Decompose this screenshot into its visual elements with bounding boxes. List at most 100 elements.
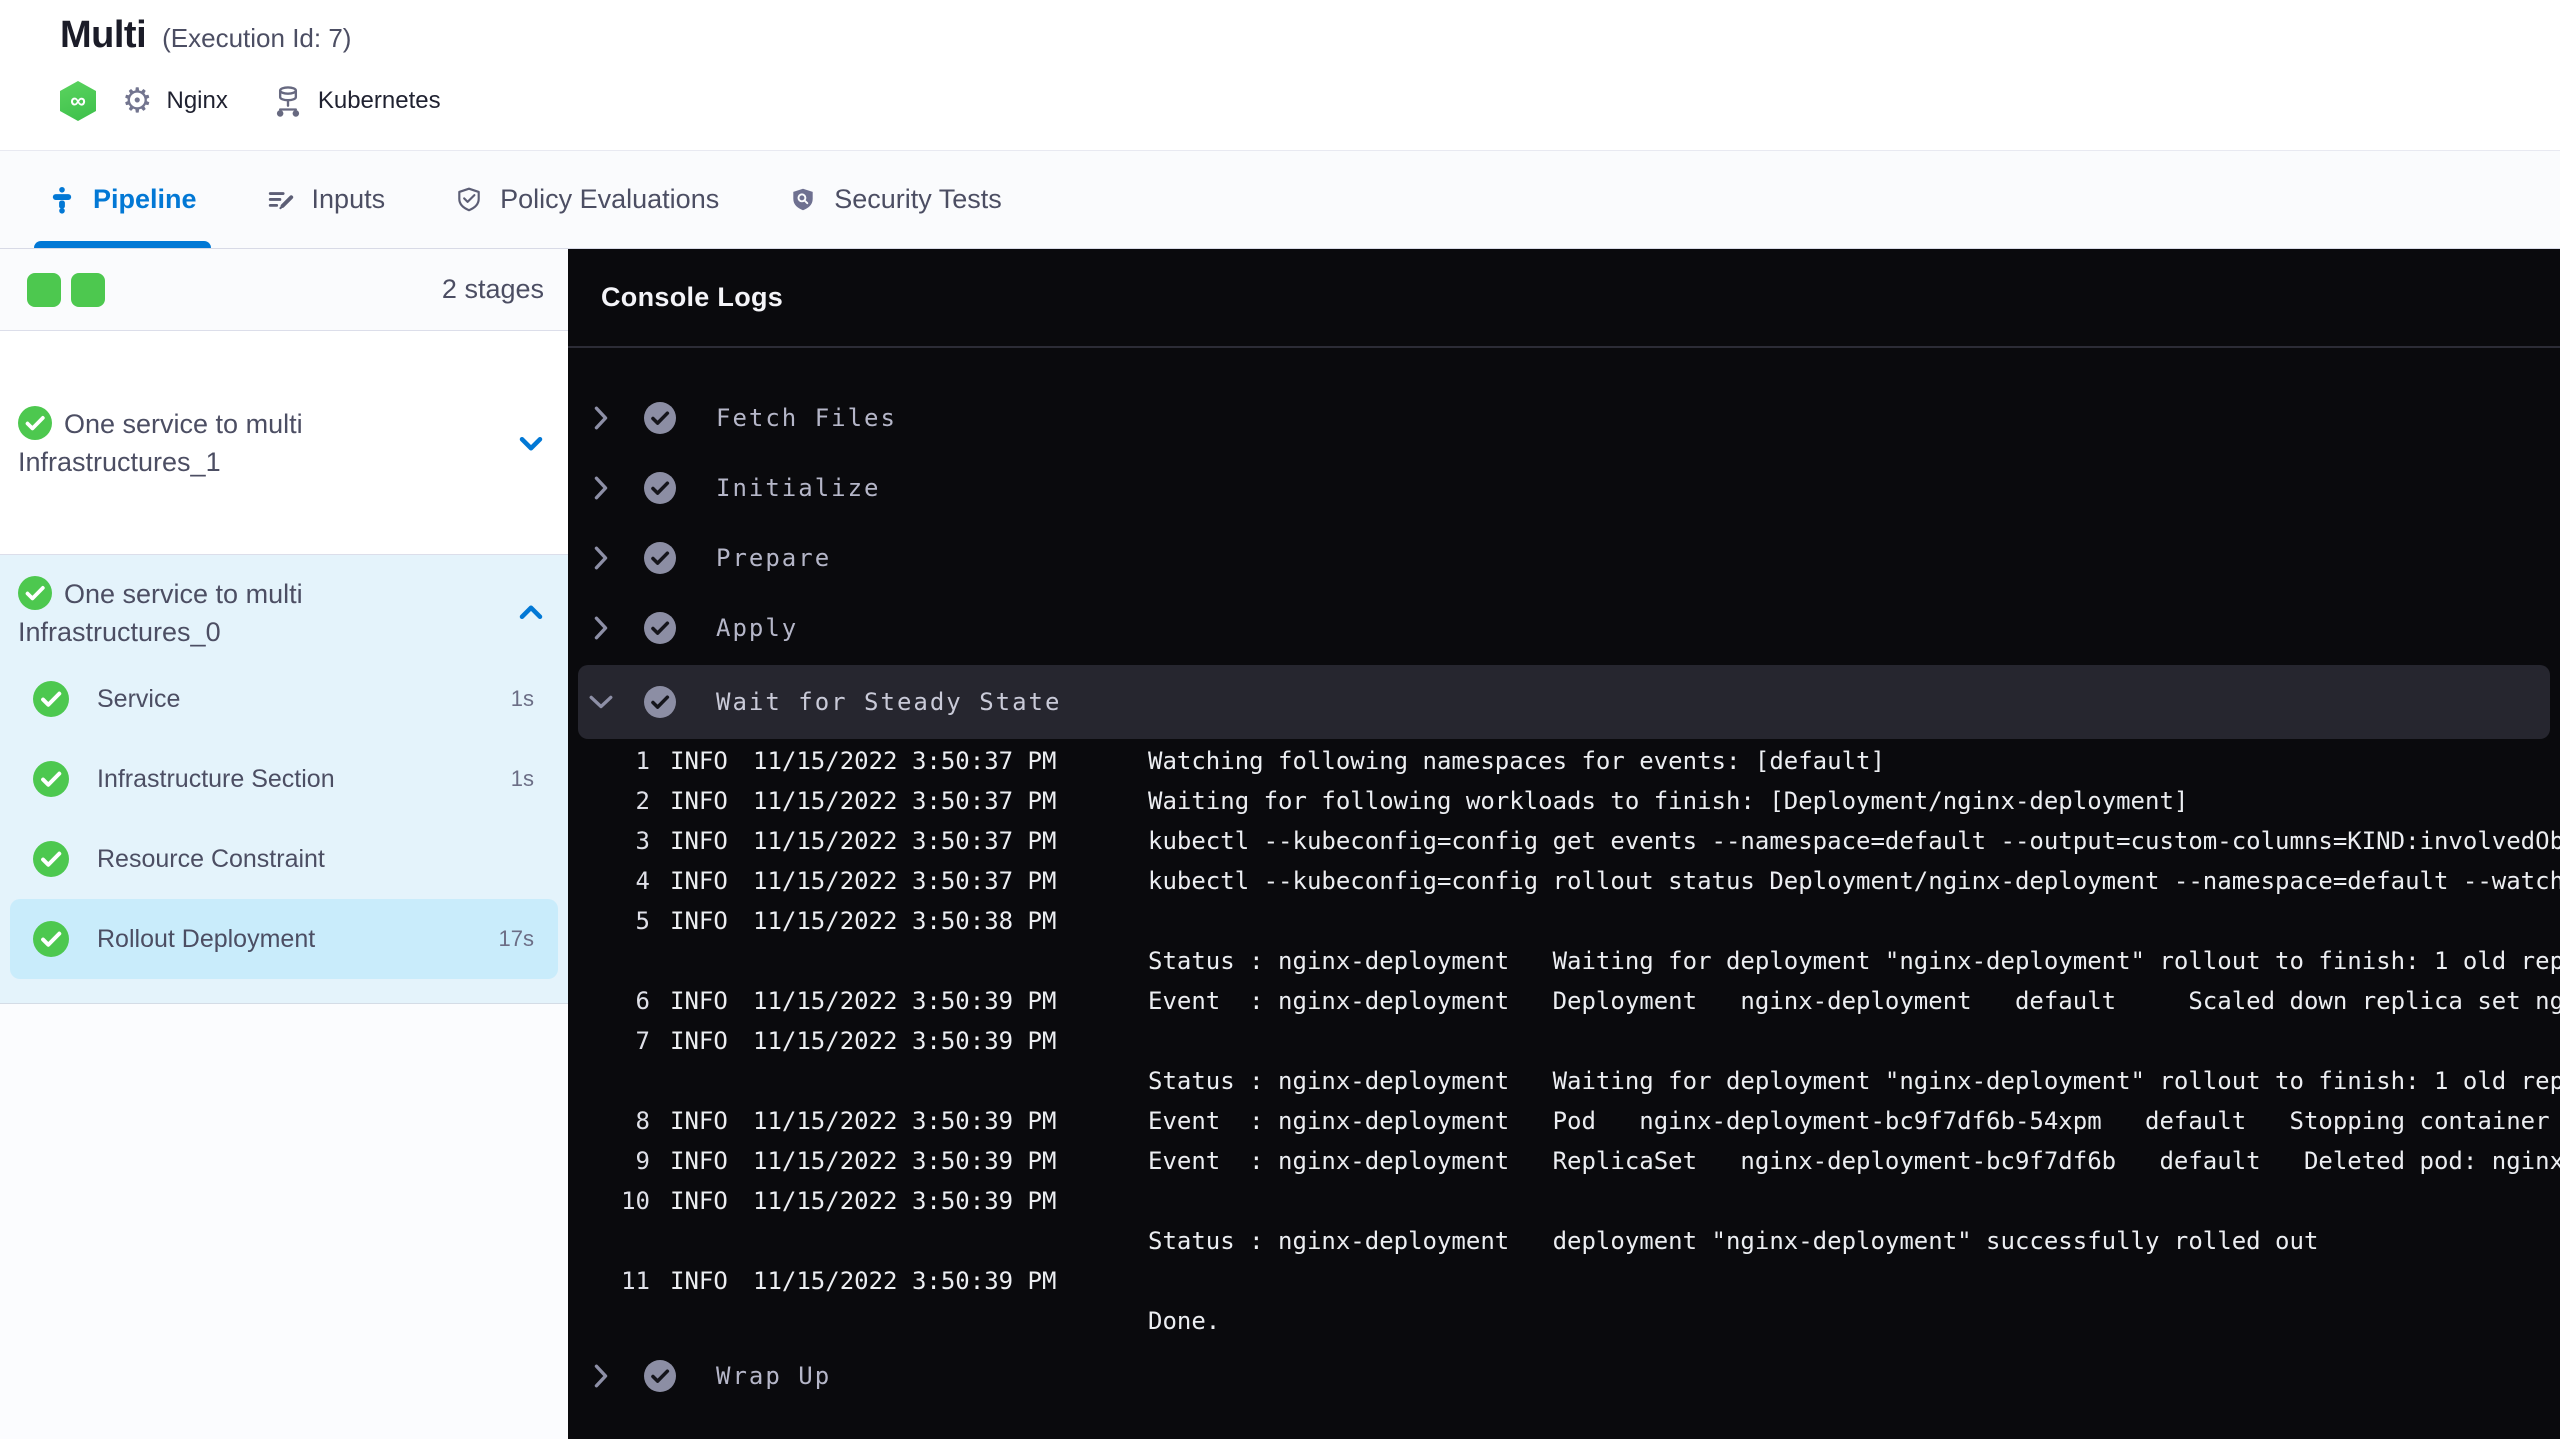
log-line: 2 INFO 11/15/2022 3:50:37 PM Waiting for fo…	[568, 781, 2560, 821]
chevron-right-icon[interactable]	[588, 405, 614, 431]
tab-security-tests-label: Security Tests	[834, 184, 1002, 214]
page-header: Multi (Execution Id: 7) ∞ ⚙ Nginx Kubern…	[0, 0, 2560, 150]
chevron-right-icon[interactable]	[588, 1363, 614, 1389]
infrastructure-icon	[272, 84, 304, 118]
chevron-right-icon[interactable]	[588, 615, 614, 641]
harness-module-icon: ∞	[60, 81, 96, 121]
success-check-icon	[33, 921, 69, 957]
stage-text: One service to multi Infrastructures_1	[18, 405, 516, 481]
log-message: Status : nginx-deployment Waiting for de…	[1148, 1067, 2560, 1095]
console-step-label: Wrap Up	[716, 1362, 832, 1390]
log-level: INFO	[670, 907, 728, 935]
chevron-up-icon[interactable]	[516, 598, 546, 628]
step-duration: 17s	[498, 926, 534, 951]
log-line-number: 2	[635, 787, 650, 815]
step-item-rollout-deployment[interactable]: Rollout Deployment 17s	[10, 899, 558, 979]
success-check-icon	[33, 761, 69, 797]
console-step-apply[interactable]: Apply	[568, 593, 2560, 663]
log-timestamp: 11/15/2022 3:50:39 PM	[753, 1027, 1057, 1055]
chevron-down-icon[interactable]	[588, 693, 614, 711]
log-level: INFO	[670, 827, 728, 855]
stage-success-square	[71, 272, 105, 307]
log-line: 10 INFO 11/15/2022 3:50:39 PM	[568, 1181, 2560, 1221]
log-line-number: 6	[635, 987, 650, 1015]
step-duration: 1s	[510, 766, 534, 791]
console-title: Console Logs	[601, 282, 784, 312]
console-body: Fetch Files Initialize Prepare Apply Wai…	[568, 348, 2560, 1439]
console-step-label: Prepare	[716, 544, 832, 572]
log-message	[1148, 1181, 2560, 1221]
log-timestamp: 11/15/2022 3:50:39 PM	[753, 1187, 1057, 1215]
step-item-service[interactable]: Service 1s	[10, 659, 558, 739]
console-step-initialize[interactable]: Initialize	[568, 453, 2560, 523]
console-step-wrap-up[interactable]: Wrap Up	[568, 1341, 2560, 1411]
execution-id: (Execution Id: 7)	[162, 23, 352, 53]
tab-inputs[interactable]: Inputs	[267, 151, 386, 248]
log-line-number	[568, 1061, 650, 1101]
stage-item-infrastructures-0[interactable]: One service to multi Infrastructures_0	[10, 575, 558, 651]
success-check-icon	[18, 576, 52, 610]
chevron-down-icon[interactable]	[516, 428, 546, 458]
log-timestamp: 11/15/2022 3:50:39 PM	[753, 1107, 1057, 1135]
log-line-continuation: Status : nginx-deployment deployment "ng…	[568, 1221, 2560, 1261]
log-level: INFO	[670, 1147, 728, 1175]
tab-inputs-label: Inputs	[311, 184, 386, 214]
connector-row: ∞ ⚙ Nginx Kubernetes	[60, 81, 2560, 121]
console-step-wait-for-steady-state[interactable]: Wait for Steady State	[578, 665, 2550, 739]
step-label: Rollout Deployment	[97, 924, 316, 953]
console-step-label: Apply	[716, 614, 799, 642]
stages-sidebar: 2 stages One service to multi Infrastruc…	[0, 249, 568, 1439]
title-row: Multi (Execution Id: 7)	[60, 14, 2560, 57]
stage-success-square	[27, 272, 61, 307]
tab-bar: Pipeline Inputs Policy Evaluations Secur…	[0, 150, 2560, 249]
log-line: 1 INFO 11/15/2022 3:50:37 PM Watching follo…	[568, 741, 2560, 781]
page-title: Multi	[60, 14, 147, 56]
chevron-right-icon[interactable]	[588, 475, 614, 501]
gear-icon: ⚙	[122, 82, 153, 120]
log-line-continuation: Done.	[568, 1301, 2560, 1341]
log-line: 11 INFO 11/15/2022 3:50:39 PM	[568, 1261, 2560, 1301]
log-timestamp: 11/15/2022 3:50:37 PM	[753, 827, 1057, 855]
log-level: INFO	[670, 747, 728, 775]
log-line-continuation: Status : nginx-deployment Waiting for de…	[568, 1061, 2560, 1101]
step-label: Resource Constraint	[97, 844, 325, 873]
step-label: Service	[97, 684, 181, 713]
success-check-icon	[33, 681, 69, 717]
console-step-prepare[interactable]: Prepare	[568, 523, 2560, 593]
log-line-number: 7	[635, 1027, 650, 1055]
log-level: INFO	[670, 1187, 728, 1215]
log-line: 5 INFO 11/15/2022 3:50:38 PM	[568, 901, 2560, 941]
log-line-number: 9	[635, 1147, 650, 1175]
log-level	[650, 1061, 753, 1101]
stage-item-infrastructures-1[interactable]: One service to multi Infrastructures_1	[0, 331, 568, 555]
log-line-number: 4	[635, 867, 650, 895]
stage-text: One service to multi Infrastructures_0	[18, 575, 516, 651]
log-timestamp	[753, 1221, 1148, 1261]
log-level: INFO	[670, 787, 728, 815]
step-success-icon	[644, 542, 676, 574]
console-step-fetch-files[interactable]: Fetch Files	[568, 383, 2560, 453]
chevron-right-icon[interactable]	[588, 545, 614, 571]
log-message: Event : nginx-deployment ReplicaSet ngin…	[1148, 1147, 2560, 1175]
step-item-resource-constraint[interactable]: Resource Constraint	[10, 819, 558, 899]
log-line-number: 5	[635, 907, 650, 935]
log-line-number	[568, 1221, 650, 1261]
step-success-icon	[644, 686, 676, 718]
tab-pipeline[interactable]: Pipeline	[34, 151, 211, 248]
log-line: 8 INFO 11/15/2022 3:50:39 PM Event : nginx-…	[568, 1101, 2560, 1141]
log-message	[1148, 1261, 2560, 1301]
step-label: Infrastructure Section	[97, 764, 335, 793]
stage-label: One service to multi Infrastructures_1	[18, 408, 303, 477]
tab-pipeline-label: Pipeline	[93, 184, 197, 214]
step-success-icon	[644, 402, 676, 434]
pipeline-icon	[48, 186, 76, 214]
log-timestamp: 11/15/2022 3:50:38 PM	[753, 907, 1057, 935]
log-line: 6 INFO 11/15/2022 3:50:39 PM Event : nginx-…	[568, 981, 2560, 1021]
tab-policy-evaluations[interactable]: Policy Evaluations	[455, 151, 719, 248]
log-line-number: 10	[621, 1187, 650, 1215]
step-list: Service 1s Infrastructure Section 1s Res…	[10, 659, 558, 979]
tab-security-tests[interactable]: Security Tests	[789, 151, 1002, 248]
step-item-infrastructure-section[interactable]: Infrastructure Section 1s	[10, 739, 558, 819]
log-line-number	[568, 1301, 650, 1341]
log-message: Status : nginx-deployment deployment "ng…	[1148, 1227, 2319, 1255]
